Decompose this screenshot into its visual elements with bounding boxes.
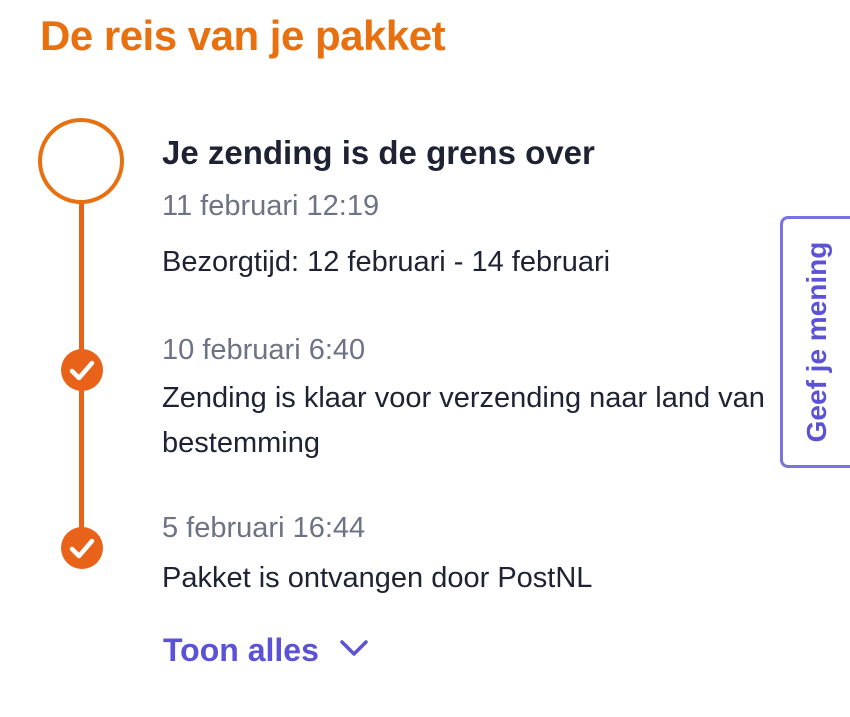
event-timestamp: 11 februari 12:19 xyxy=(162,190,380,222)
tracking-timeline: Je zending is de grens over 11 februari … xyxy=(0,0,850,717)
event-title: Je zending is de grens over xyxy=(162,134,595,171)
completed-check-icon xyxy=(61,349,103,391)
event-timestamp: 10 februari 6:40 xyxy=(162,334,366,366)
event-description: Pakket is ontvangen door PostNL xyxy=(162,562,593,594)
show-all-label: Toon alles xyxy=(163,632,319,668)
chevron-down-icon xyxy=(339,638,369,663)
event-timestamp: 5 februari 16:44 xyxy=(162,512,366,544)
event-description: Zending is klaar voor verzending naar la… xyxy=(162,382,765,459)
completed-check-icon xyxy=(61,527,103,569)
feedback-tab[interactable]: Geef je mening xyxy=(780,216,850,468)
feedback-label: Geef je mening xyxy=(800,241,832,443)
current-step-circle-icon xyxy=(38,118,124,204)
show-all-button[interactable]: Toon alles xyxy=(163,632,369,669)
delivery-window: Bezorgtijd: 12 februari - 14 februari xyxy=(162,246,611,278)
